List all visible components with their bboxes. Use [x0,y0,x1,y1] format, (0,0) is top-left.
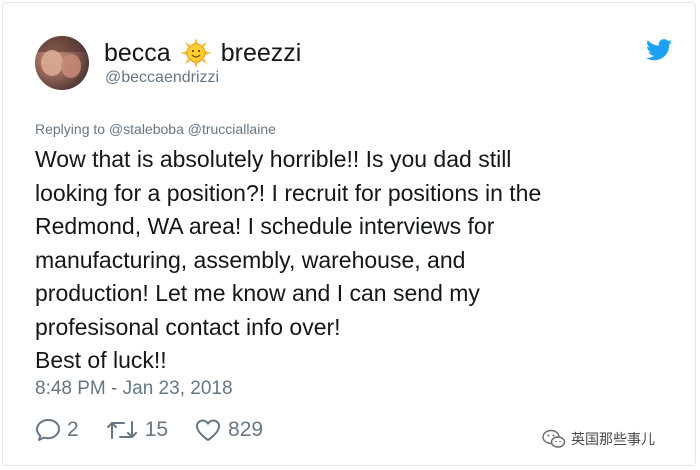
tweet-card: becca breezzi @beccaendrizzi Replying to… [2,2,696,466]
reply-icon [36,419,60,441]
twitter-logo-icon[interactable] [646,39,672,61]
retweet-button[interactable]: 15 [105,418,168,442]
replying-to-label: Replying to [35,121,106,137]
retweet-icon [106,421,137,439]
watermark: 英国那些事儿 [542,428,655,450]
display-name[interactable]: becca breezzi [104,38,301,68]
wechat-icon [542,429,566,448]
like-count: 829 [228,418,264,441]
display-name-last: breezzi [220,38,302,67]
avatar[interactable] [35,36,89,90]
retweet-count: 15 [144,418,169,441]
display-name-first: becca [104,38,171,67]
like-button[interactable]: 829 [194,418,263,442]
heart-icon [196,419,221,441]
watermark-text: 英国那些事儿 [571,431,655,447]
replying-to: Replying to @staleboba @trucciallaine [35,121,276,137]
tweet-actions: 2 15 829 [35,416,289,444]
reply-button[interactable]: 2 [35,418,79,442]
tweet-timestamp[interactable]: 8:48 PM - Jan 23, 2018 [35,378,233,400]
tweet-text: Wow that is absolutely horrible!! Is you… [35,146,542,373]
reply-count: 2 [67,418,79,441]
sun-emoji-icon [180,38,211,68]
replying-to-mentions[interactable]: @staleboba @trucciallaine [109,121,276,137]
user-handle[interactable]: @beccaendrizzi [105,69,219,87]
